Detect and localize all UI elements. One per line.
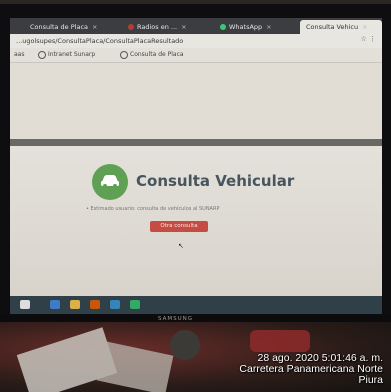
menu-icon[interactable]: ☆ ⋮ xyxy=(360,35,376,43)
globe-icon xyxy=(120,50,128,59)
globe-icon xyxy=(38,50,46,59)
page-content: Consulta Vehicular • Estimado usuario: c… xyxy=(10,146,382,296)
photo-timestamp: 28 ago. 2020 5:01:46 a. m. Carretera Pan… xyxy=(239,353,383,386)
bookmark-item[interactable]: aas xyxy=(14,50,24,60)
tab-radios[interactable]: Radios en ... × xyxy=(128,20,210,34)
close-icon[interactable]: × xyxy=(362,23,367,31)
close-icon[interactable]: × xyxy=(92,23,97,31)
os-taskbar xyxy=(10,296,382,314)
monitor-screen: Consulta de Placa × Radios en ... × WhatsA… xyxy=(10,18,382,314)
folder-icon[interactable] xyxy=(70,300,80,309)
bookmark-item[interactable]: Intranet Sunarp xyxy=(38,50,95,60)
taskbar-app-icon[interactable] xyxy=(50,300,60,309)
whatsapp-icon xyxy=(220,24,226,30)
monitor-chin xyxy=(0,314,391,322)
url-text[interactable]: ...ugolsupes/ConsultaPlaca/ConsultaPlaca… xyxy=(16,35,183,47)
excel-icon[interactable] xyxy=(130,300,140,309)
photo: Consulta de Placa × Radios en ... × WhatsA… xyxy=(0,0,391,392)
car-logo-icon xyxy=(92,164,128,200)
page-title: Consulta Vehicular xyxy=(136,172,295,190)
windows-start-icon[interactable] xyxy=(20,300,30,309)
taskbar-app-icon[interactable] xyxy=(90,300,100,309)
bookmarks-bar: aas Intranet Sunarp Consulta de Placa xyxy=(10,48,382,63)
close-icon[interactable]: × xyxy=(181,23,186,31)
taskbar-app-icon[interactable] xyxy=(110,300,120,309)
tab-whatsapp[interactable]: WhatsApp × xyxy=(220,20,290,34)
radio-icon xyxy=(128,24,134,30)
address-bar[interactable]: ...ugolsupes/ConsultaPlaca/ConsultaPlaca… xyxy=(10,34,382,48)
timestamp-location-city: Piura xyxy=(358,374,383,386)
close-icon[interactable]: × xyxy=(266,23,271,31)
page-header-area xyxy=(10,63,382,139)
tab-label: Consulta Vehicu xyxy=(306,23,359,31)
page-subtitle: • Estimado usuario: consulta de vehículo… xyxy=(86,206,220,212)
tab-label: Consulta de Placa xyxy=(30,23,89,31)
tab-label: Radios en ... xyxy=(137,23,178,31)
page-divider xyxy=(10,139,382,146)
desk-object xyxy=(170,330,200,360)
desk-object xyxy=(250,330,310,352)
tab-consulta-vehicular[interactable]: Consulta Vehicu × xyxy=(300,20,382,34)
bookmark-item[interactable]: Consulta de Placa xyxy=(120,50,184,60)
tab-label: WhatsApp xyxy=(229,23,263,31)
new-query-button[interactable]: Otra consulta xyxy=(150,221,208,232)
tab-consulta-de-placa[interactable]: Consulta de Placa × xyxy=(30,20,118,34)
browser-tab-bar: Consulta de Placa × Radios en ... × WhatsA… xyxy=(10,18,382,34)
cursor-icon: ↖ xyxy=(178,242,184,250)
